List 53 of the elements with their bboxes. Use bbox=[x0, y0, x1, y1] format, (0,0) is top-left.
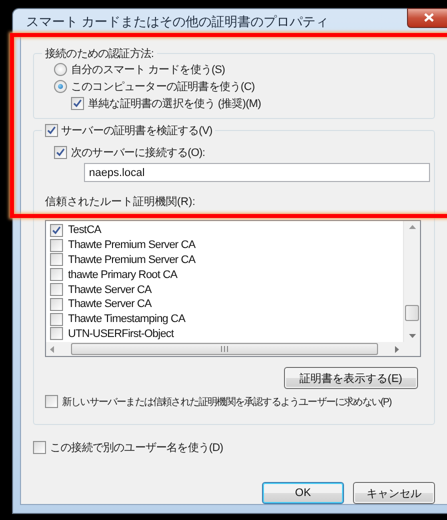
option-label: 自分のスマート カードを使う(S) bbox=[71, 63, 225, 77]
checkbox[interactable] bbox=[50, 312, 63, 326]
list-item[interactable]: Thawte Premium Server CA bbox=[68, 239, 196, 252]
group-title: 接続のための認証方法: bbox=[45, 46, 154, 61]
list-item[interactable]: Thawte Server CA bbox=[68, 298, 152, 310]
list-item[interactable]: Thawte Timestamping CA bbox=[68, 313, 186, 326]
option-label: 単純な証明書の選択を使う (推奨)(M) bbox=[88, 97, 261, 111]
dialog-button[interactable]: OK bbox=[262, 482, 344, 504]
radio-button[interactable] bbox=[54, 63, 67, 76]
check-icon bbox=[56, 148, 65, 157]
checkbox[interactable] bbox=[71, 97, 84, 110]
checkbox[interactable] bbox=[50, 327, 63, 340]
option-label: この接続で別のユーザー名を使う(D) bbox=[50, 440, 224, 455]
list-item[interactable]: Thawte Server CA bbox=[68, 284, 152, 296]
group-title: サーバーの証明書を検証する(V) bbox=[61, 124, 212, 138]
dialog-button[interactable]: キャンセル bbox=[353, 482, 435, 504]
check-icon bbox=[52, 226, 61, 235]
close-icon bbox=[424, 13, 434, 22]
checkbox[interactable] bbox=[54, 146, 67, 159]
checkbox[interactable] bbox=[50, 283, 63, 296]
option-label: このコンピューターの証明書を使う(C) bbox=[71, 80, 255, 94]
list-item[interactable]: Thawte Premium Server CA bbox=[68, 254, 196, 266]
scroll-right-icon[interactable] bbox=[395, 346, 399, 352]
list-label: 信頼されたルート証明機関(R): bbox=[45, 195, 196, 209]
list-item[interactable]: thawte Primary Root CA bbox=[68, 268, 178, 281]
vertical-scrollbar[interactable] bbox=[403, 221, 420, 342]
close-button[interactable] bbox=[407, 8, 447, 28]
option-label: 次のサーバーに接続する(O): bbox=[71, 146, 205, 160]
list-item[interactable]: TestCA bbox=[68, 224, 102, 236]
window-title: スマート カードまたはその他の証明書のプロパティ bbox=[25, 12, 329, 30]
checkbox[interactable] bbox=[50, 298, 63, 311]
server-field[interactable]: naeps.local bbox=[84, 163, 430, 182]
checkbox[interactable] bbox=[45, 395, 58, 408]
checkbox[interactable] bbox=[50, 238, 63, 252]
certificate-list[interactable]: TestCA Thawte Premium Server CA Thawte Premium Server CA thawte Primary Root CA Thawte Server CA Thawte Server CA Thawte Timestamping CA UTN-USERFirst-Object bbox=[45, 220, 421, 357]
scroll-up-icon[interactable] bbox=[408, 225, 416, 229]
view-certificate-button[interactable]: 証明書を表示する(E) bbox=[284, 367, 418, 389]
checkbox[interactable] bbox=[45, 124, 58, 137]
checkbox[interactable] bbox=[33, 441, 46, 454]
list-item[interactable]: UTN-USERFirst-Object bbox=[68, 328, 174, 340]
option-label: 新しいサーバーまたは信頼された証明機関を承認するようユーザーに求めない(P) bbox=[62, 396, 392, 408]
checkbox[interactable] bbox=[50, 224, 63, 237]
scroll-left-icon[interactable] bbox=[50, 346, 54, 352]
check-icon bbox=[73, 99, 82, 108]
checkbox[interactable] bbox=[50, 268, 63, 282]
radio-button[interactable] bbox=[54, 80, 67, 93]
grip-icon bbox=[221, 346, 228, 352]
scrollbar-thumb[interactable] bbox=[71, 343, 378, 355]
check-icon bbox=[47, 126, 56, 135]
scrollbar-thumb[interactable] bbox=[405, 305, 419, 321]
horizontal-scrollbar[interactable] bbox=[46, 342, 403, 356]
checkbox[interactable] bbox=[50, 253, 63, 266]
scroll-down-icon[interactable] bbox=[408, 334, 416, 338]
